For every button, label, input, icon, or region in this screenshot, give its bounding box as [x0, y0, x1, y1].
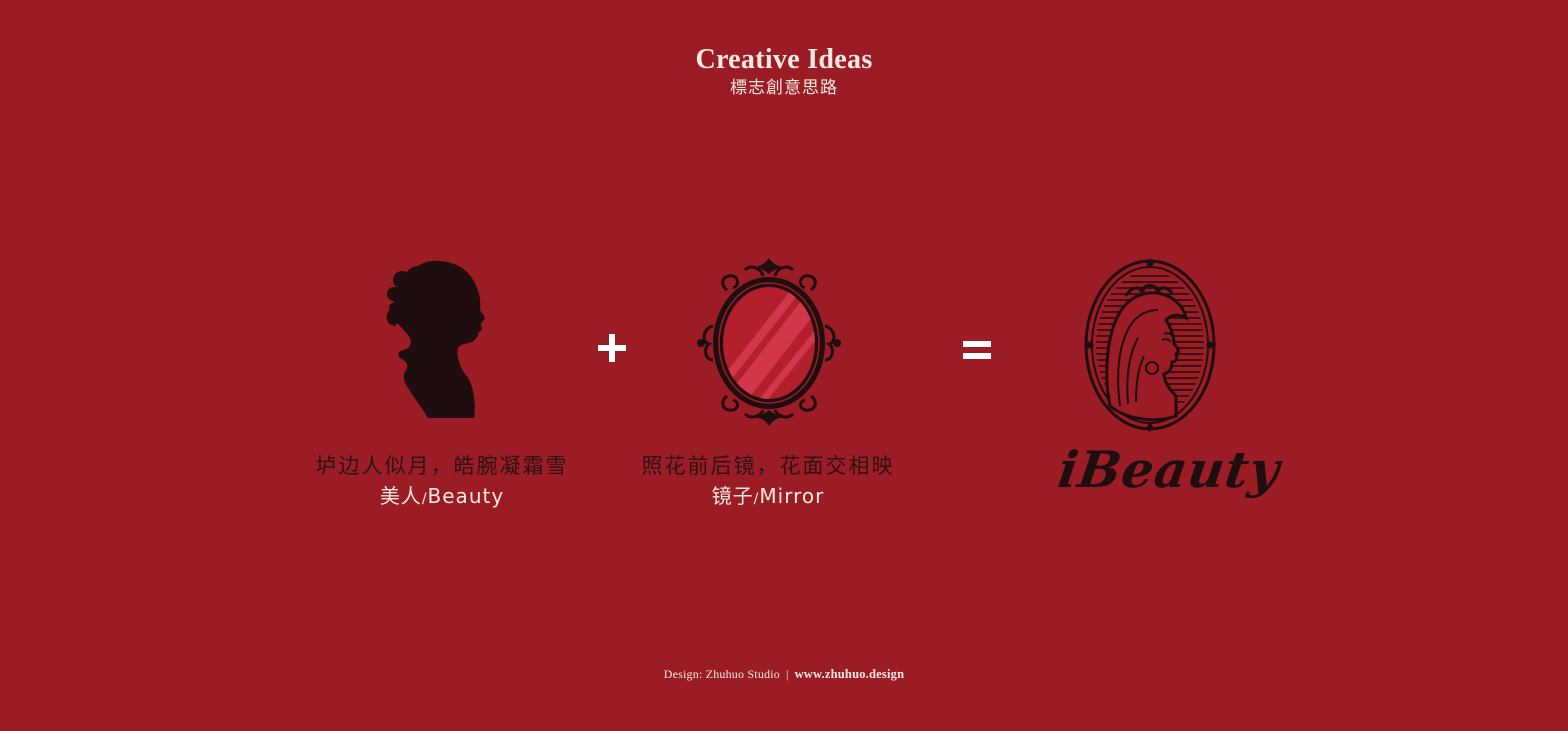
- beauty-label-en: Beauty: [427, 484, 505, 508]
- mirror-label-en: Mirror: [759, 484, 825, 508]
- footer-separator: |: [785, 667, 789, 681]
- plus-operator: [596, 332, 628, 369]
- equals-operator: [961, 338, 993, 367]
- page-subtitle: 標志創意思路: [730, 78, 838, 97]
- mirror-label-cn: 镜子: [711, 484, 754, 508]
- mirror-item: [695, 256, 843, 433]
- ibeauty-logo-emblem: [1084, 258, 1216, 432]
- header: Creative Ideas 標志創意思路: [0, 42, 1568, 98]
- ornate-mirror-icon: [697, 258, 841, 426]
- woman-silhouette-icon: [386, 260, 485, 418]
- footer-credit: Design: Zhuhuo Studio: [663, 667, 780, 681]
- beauty-item: [380, 258, 495, 428]
- mirror-caption: 照花前后镜，花面交相映 镜子/Mirror: [568, 452, 968, 515]
- mirror-poem: 照花前后镜，花面交相映: [641, 454, 895, 478]
- result-item: [1080, 256, 1220, 439]
- mirror-label: 镜子/Mirror: [568, 480, 968, 515]
- plus-icon: [598, 334, 626, 362]
- ibeauty-wordmark: iBeauty: [1054, 440, 1284, 499]
- footer: Design: Zhuhuo Studio | www.zhuhuo.design: [0, 667, 1568, 682]
- page-title: Creative Ideas: [695, 44, 873, 75]
- beauty-label-cn: 美人: [379, 484, 422, 508]
- equals-icon: [963, 341, 991, 359]
- footer-url[interactable]: www.zhuhuo.design: [795, 667, 905, 681]
